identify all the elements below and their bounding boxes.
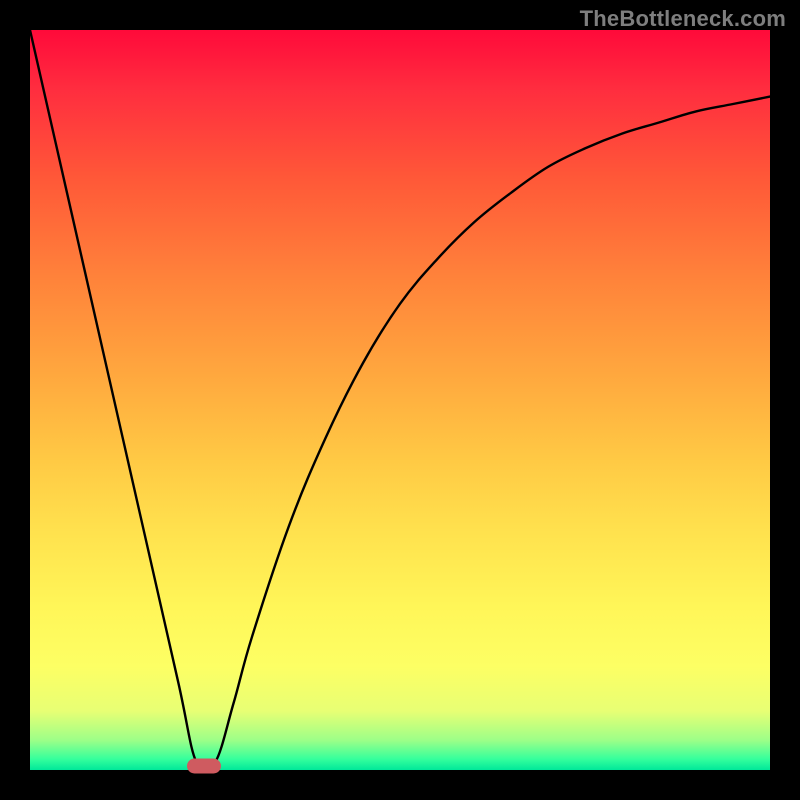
bottleneck-curve (30, 30, 770, 770)
watermark-text: TheBottleneck.com (580, 6, 786, 32)
optimal-marker (187, 759, 221, 774)
plot-area (30, 30, 770, 770)
